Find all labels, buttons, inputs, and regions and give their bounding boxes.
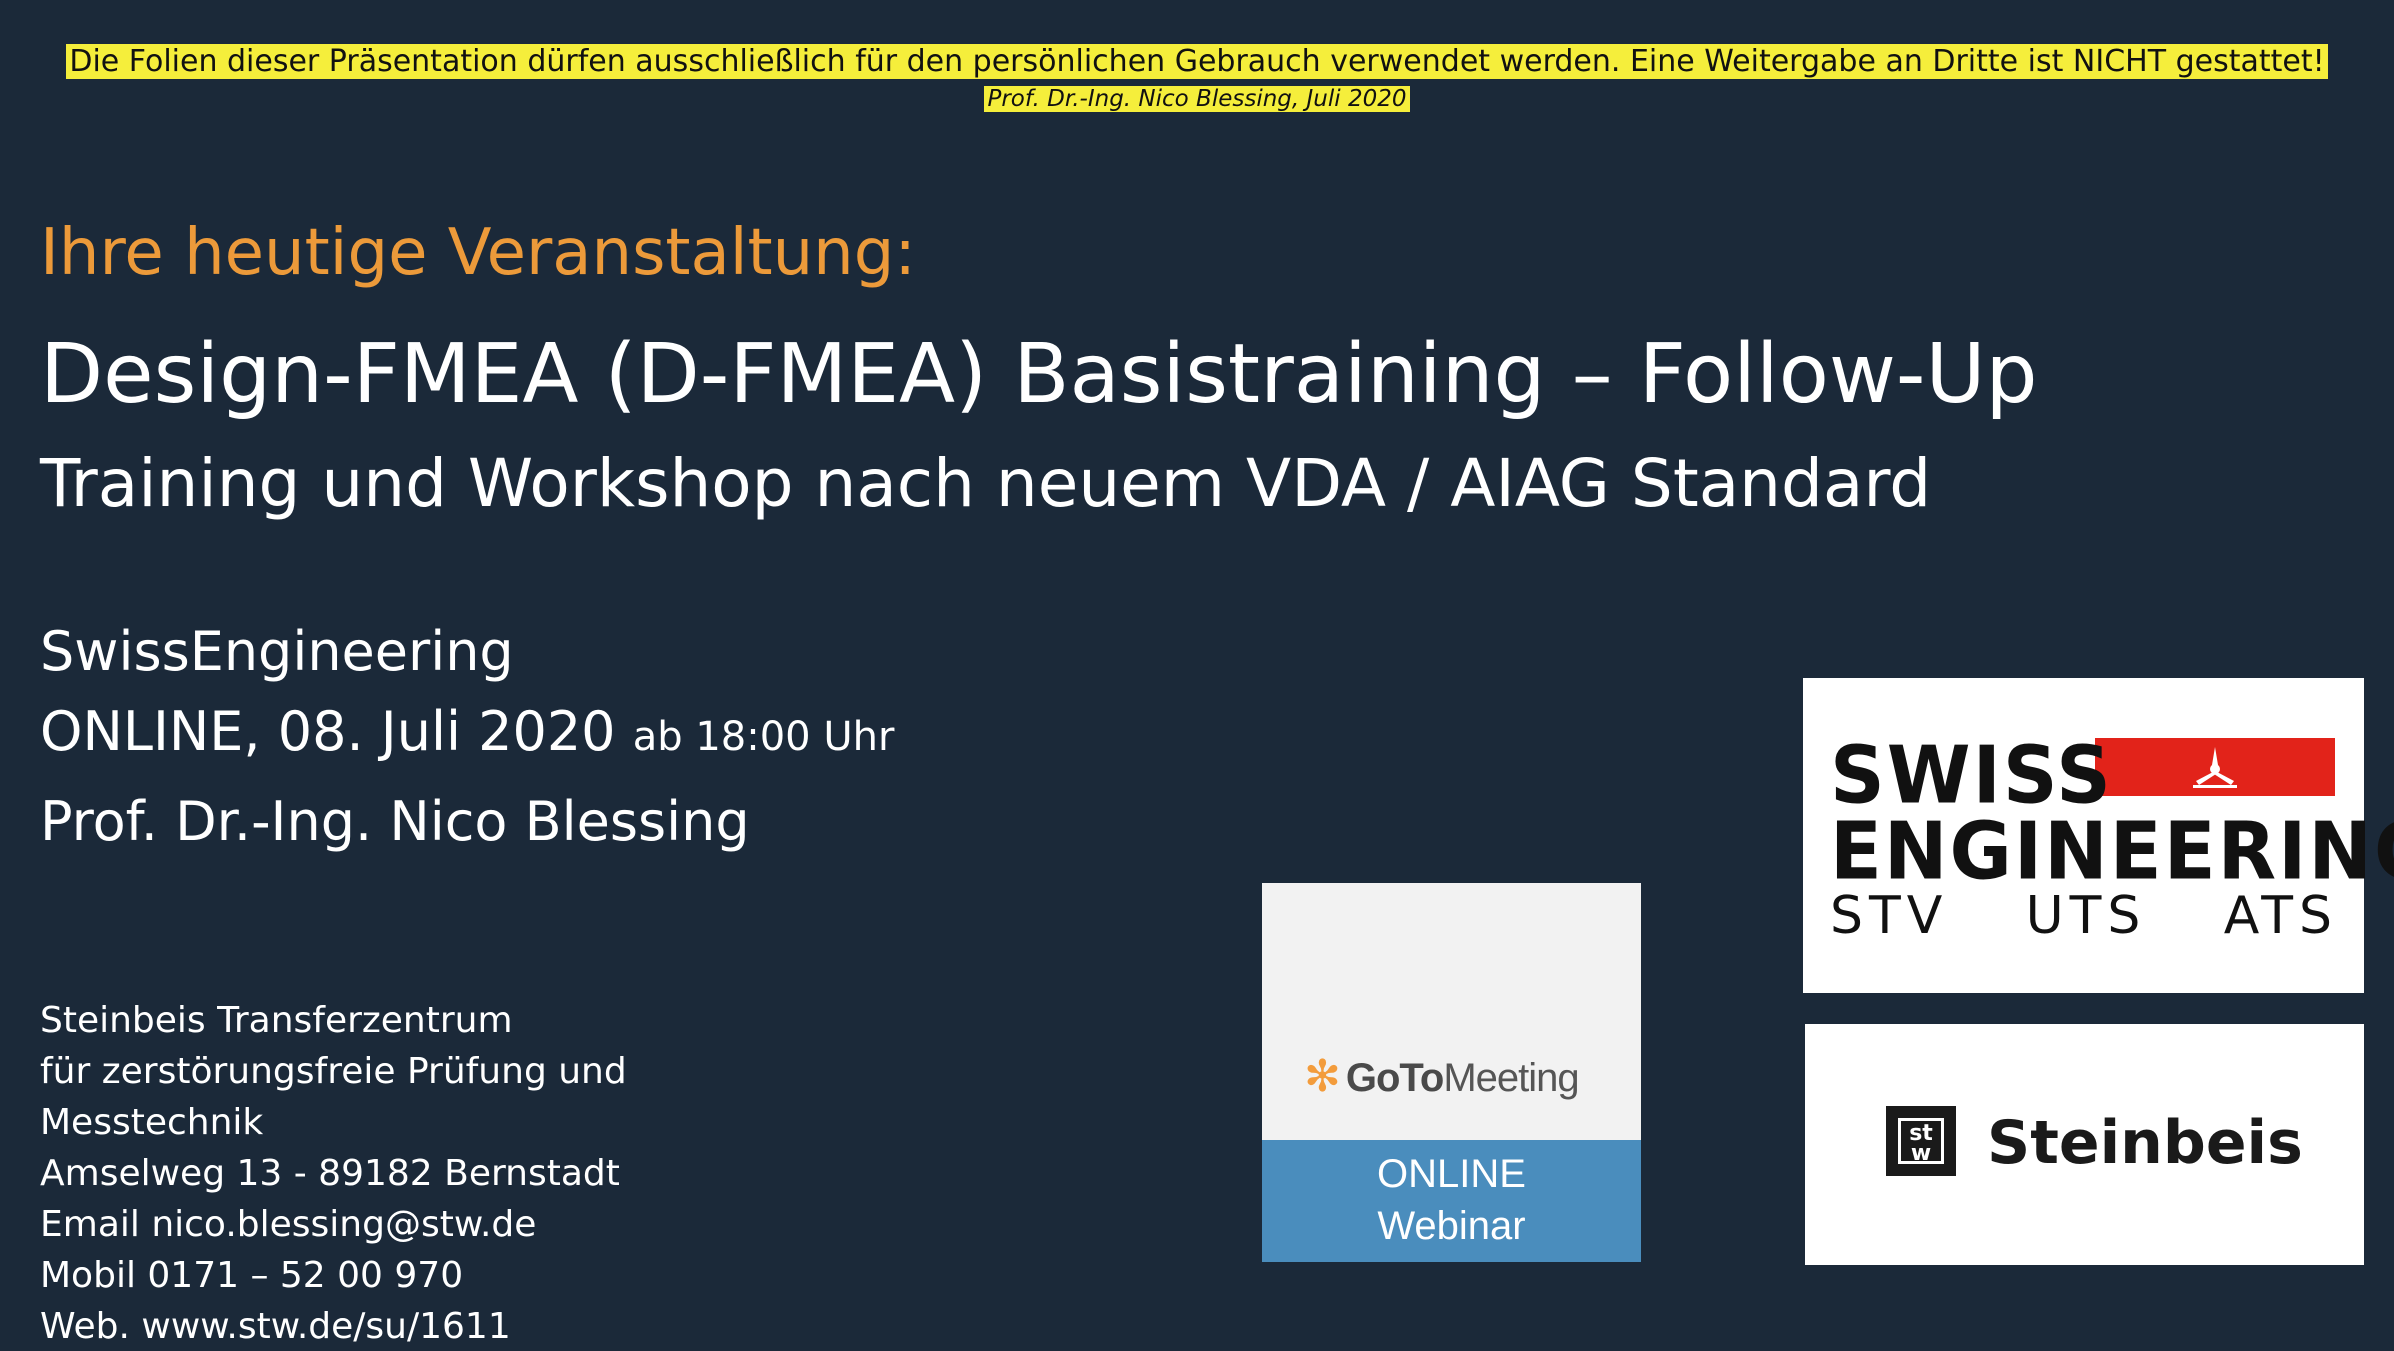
gotomeeting-brand-bold: GoTo xyxy=(1345,1056,1444,1100)
speaker-name: Prof. Dr.-Ing. Nico Blessing xyxy=(40,790,750,853)
contact-line: Steinbeis Transferzentrum xyxy=(40,1000,513,1041)
copyright-notice: Die Folien dieser Präsentation dürfen au… xyxy=(0,44,2394,79)
steinbeis-mark-line2: w xyxy=(1910,1141,1932,1166)
event-time: ab 18:00 Uhr xyxy=(632,714,895,760)
online-label: ONLINE xyxy=(1377,1152,1526,1196)
copyright-notice-text: Die Folien dieser Präsentation dürfen au… xyxy=(66,44,2328,79)
copyright-author-text: Prof. Dr.-Ing. Nico Blessing, Juli 2020 xyxy=(984,86,1410,112)
event-date-text: ONLINE, 08. Juli 2020 xyxy=(40,700,616,763)
swiss-red-bar xyxy=(2095,738,2335,796)
online-webinar-band: ONLINE Webinar xyxy=(1262,1140,1641,1262)
steinbeis-name: Steinbeis xyxy=(1987,1108,2303,1178)
swiss-stv: STV xyxy=(1830,886,1949,946)
engineering-word: ENGINEERING xyxy=(1830,803,2394,898)
contact-line: für zerstörungsfreie Prüfung und xyxy=(40,1051,627,1092)
steinbeis-logo-card: st w Steinbeis xyxy=(1805,1024,2364,1265)
contact-email: Email nico.blessing@stw.de xyxy=(40,1204,537,1245)
propeller-icon xyxy=(2193,747,2237,788)
gotomeeting-logo-card: ✻ GoToMeeting ONLINE Webinar xyxy=(1262,883,1641,1262)
contact-address: Amselweg 13 - 89182 Bernstadt xyxy=(40,1153,620,1194)
event-date: ONLINE, 08. Juli 2020 ab 18:00 Uhr xyxy=(40,700,894,763)
contact-phone: Mobil 0171 – 52 00 970 xyxy=(40,1255,464,1296)
gotomeeting-flower-icon: ✻ xyxy=(1304,1052,1341,1101)
event-intro: Ihre heutige Veranstaltung: xyxy=(40,216,916,290)
swiss-subline: STV UTS ATS xyxy=(1830,886,2338,946)
gotomeeting-logo: ✻ GoToMeeting xyxy=(1304,1051,1580,1102)
contact-line: Messtechnik xyxy=(40,1102,264,1143)
swiss-uts: UTS xyxy=(2025,886,2147,946)
slide-subtitle: Training und Workshop nach neuem VDA / A… xyxy=(40,445,1932,522)
steinbeis-stw-mark: st w xyxy=(1898,1118,1944,1166)
swiss-engineering-logo-card: SWISS ENGINEERING STV UTS ATS xyxy=(1803,678,2394,993)
swiss-ats: ATS xyxy=(2223,886,2338,946)
organizer-name: SwissEngineering xyxy=(40,620,514,683)
webinar-label: Webinar xyxy=(1377,1204,1526,1248)
gotomeeting-brand-light: Meeting xyxy=(1443,1056,1579,1100)
steinbeis-stw-icon: st w xyxy=(1886,1106,1956,1176)
copyright-author: Prof. Dr.-Ing. Nico Blessing, Juli 2020 xyxy=(0,86,2394,112)
contact-web: Web. www.stw.de/su/1611 xyxy=(40,1306,511,1347)
slide-title: Design-FMEA (D-FMEA) Basistraining – Fol… xyxy=(40,327,2038,422)
